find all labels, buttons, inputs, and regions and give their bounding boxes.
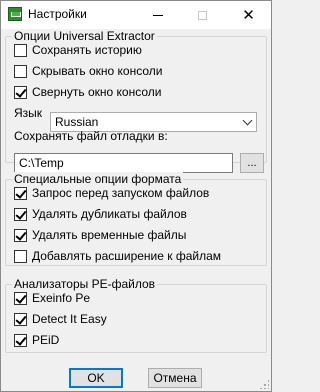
app-icon xyxy=(8,7,22,21)
debug-path-label: Сохранять файл отладки в: xyxy=(14,129,168,143)
checkbox[interactable] xyxy=(14,312,27,326)
option-minimize-console[interactable]: Свернуть окно консоли xyxy=(14,83,161,101)
language-value: Russian xyxy=(55,115,99,129)
option-remove-temp[interactable]: Удалять временные файлы xyxy=(14,226,186,244)
minimize-button[interactable] xyxy=(135,1,180,29)
checkbox[interactable] xyxy=(14,43,27,57)
minimize-icon xyxy=(152,14,163,16)
option-label: Exeinfo Pe xyxy=(32,291,91,305)
option-add-extension[interactable]: Добавлять расширение к файлам xyxy=(14,247,221,265)
language-label: Язык xyxy=(14,106,43,120)
checkbox[interactable] xyxy=(14,249,27,263)
pe-analyzers-group: Анализаторы PE-файлов Exeinfo Pe Detect … xyxy=(5,277,267,353)
option-exeinfo-pe[interactable]: Exeinfo Pe xyxy=(14,289,90,307)
option-label: PEiD xyxy=(32,333,60,347)
resize-grip[interactable] xyxy=(259,379,269,389)
format-options-group: Специальные опции формата Запрос перед з… xyxy=(5,172,267,266)
checkbox[interactable] xyxy=(14,291,27,305)
browse-button[interactable]: ... xyxy=(240,153,264,173)
title-bar: Настройки ✕ xyxy=(1,1,271,29)
option-save-history[interactable]: Сохранять историю xyxy=(14,41,142,59)
option-label: Свернуть окно консоли xyxy=(32,85,162,99)
maximize-icon xyxy=(198,10,207,20)
settings-window: Настройки ✕ Опции Universal Extractor Со… xyxy=(0,0,272,392)
general-options-group: Опции Universal Extractor Сохранять исто… xyxy=(5,29,267,173)
debug-path-input[interactable]: C:\Temp xyxy=(14,153,233,173)
option-ask-before-run[interactable]: Запрос перед запуском файлов xyxy=(14,184,209,202)
checkbox[interactable] xyxy=(14,333,27,347)
option-label: Detect It Easy xyxy=(32,312,107,326)
chevron-down-icon xyxy=(238,113,256,131)
option-label: Сохранять историю xyxy=(32,43,142,57)
checkbox[interactable] xyxy=(14,207,27,221)
checkbox[interactable] xyxy=(14,64,27,78)
option-hide-console[interactable]: Скрывать окно консоли xyxy=(14,62,162,80)
option-label: Добавлять расширение к файлам xyxy=(32,249,222,263)
ok-button[interactable]: OK xyxy=(69,368,123,388)
cancel-button[interactable]: Отмена xyxy=(148,368,202,388)
checkbox[interactable] xyxy=(14,228,27,242)
option-label: Скрывать окно консоли xyxy=(32,64,163,78)
option-label: Удалять дубликаты файлов xyxy=(32,207,187,221)
option-detect-it-easy[interactable]: Detect It Easy xyxy=(14,310,107,328)
option-label: Удалять временные файлы xyxy=(32,228,187,242)
checkbox[interactable] xyxy=(14,85,27,99)
option-remove-duplicates[interactable]: Удалять дубликаты файлов xyxy=(14,205,187,223)
maximize-button xyxy=(180,1,225,29)
close-icon: ✕ xyxy=(242,6,255,24)
close-button[interactable]: ✕ xyxy=(226,1,271,29)
checkbox[interactable] xyxy=(14,186,27,200)
window-title: Настройки xyxy=(28,7,87,21)
option-peid[interactable]: PEiD xyxy=(14,331,59,349)
option-label: Запрос перед запуском файлов xyxy=(32,186,210,200)
